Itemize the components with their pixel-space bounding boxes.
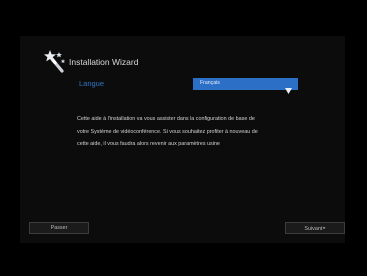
language-label: Langue bbox=[79, 79, 105, 88]
wizard-description: Cette aide à l'installation va vous assi… bbox=[77, 113, 323, 151]
triangle-down-icon bbox=[285, 81, 292, 94]
language-select-value: Français bbox=[200, 80, 220, 86]
description-line: cette aide, il vous faudra alors revenir… bbox=[77, 141, 220, 148]
next-button[interactable]: Suivant▸ bbox=[285, 222, 345, 234]
magic-wand-icon bbox=[43, 49, 69, 75]
description-line: votre Système de vidéoconférence. Si vou… bbox=[77, 128, 258, 135]
next-button-label: Suivant bbox=[304, 226, 323, 232]
wizard-title: Installation Wizard bbox=[69, 57, 139, 67]
wizard-screen: Installation Wizard Langue Français Cett… bbox=[0, 0, 367, 276]
arrow-right-icon: ▸ bbox=[323, 225, 326, 230]
skip-button[interactable]: Passer bbox=[29, 222, 89, 234]
skip-button-label: Passer bbox=[50, 225, 68, 231]
language-select[interactable]: Français bbox=[193, 78, 298, 94]
description-line: Cette aide à l'installation va vous assi… bbox=[77, 116, 255, 122]
